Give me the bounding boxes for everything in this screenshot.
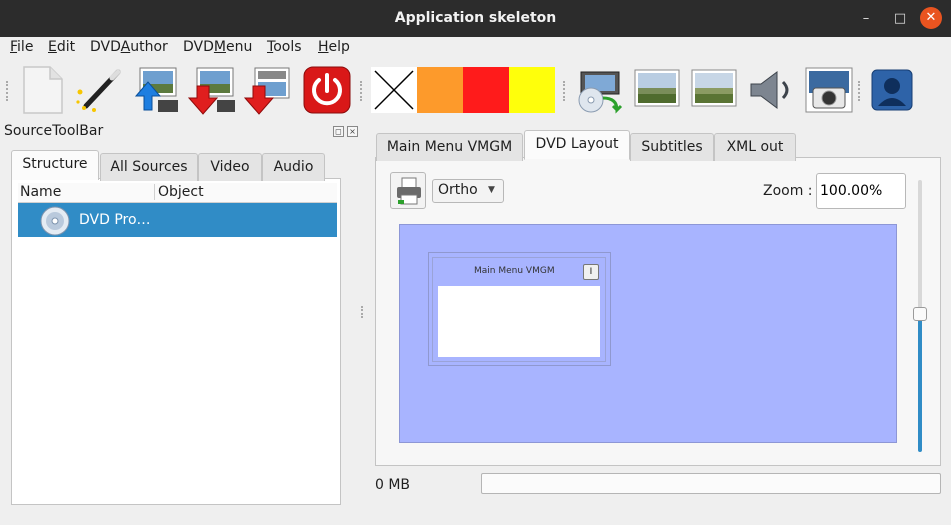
projection-value: Ortho [438,182,478,198]
maximize-icon[interactable]: □ [890,9,910,29]
dock-close-icon[interactable]: × [347,126,358,137]
speaker-icon[interactable] [745,64,797,116]
title-bar: Application skeleton – □ ✕ [0,0,951,37]
menu-bar: File Edit DVDAuthor DVDMenu Tools Help [0,37,951,59]
print-button[interactable] [390,172,426,209]
menu-edit[interactable]: Edit [48,39,75,55]
column-name-header[interactable]: Name [20,184,155,200]
tab-all-sources[interactable]: All Sources [100,153,198,181]
window-title: Application skeleton [394,10,557,26]
camera-icon[interactable] [803,64,855,116]
menu-label: ile [17,39,34,55]
toolbar-handle[interactable] [6,81,10,101]
tab-xml-out[interactable]: XML out [714,133,796,161]
menu-label: elp [328,39,350,55]
new-file-icon[interactable] [18,64,70,116]
progress-bar [481,473,941,494]
toolbar [0,59,951,121]
menu-mnemonic: H [318,39,329,55]
yellow-color-swatch[interactable] [509,67,555,113]
menu-mnemonic: F [10,39,18,55]
export-menu-icon[interactable] [243,64,295,116]
chevron-down-icon: ▼ [488,185,495,195]
zoom-slider-track[interactable] [918,180,922,314]
toolbar-handle[interactable] [360,81,364,101]
close-icon[interactable]: ✕ [920,7,942,29]
tab-subtitles[interactable]: Subtitles [630,133,714,161]
splitter-handle[interactable] [361,306,365,318]
zoom-label: Zoom : [763,183,813,199]
dvd-preview-icon[interactable] [573,64,625,116]
menu-dvdmenu[interactable]: DVDMenu [183,39,252,55]
tab-structure[interactable]: Structure [11,150,99,180]
menu-dvdauthor[interactable]: DVDAuthor [90,39,168,55]
dock-title: SourceToolBar [4,123,104,139]
tree-row-name: DVD Pro… [79,212,151,228]
zoom-slider-handle[interactable] [913,307,927,321]
printer-icon [397,177,421,205]
orange-color-swatch[interactable] [417,67,463,113]
landscape-image-icon[interactable] [631,64,683,116]
quit-icon[interactable] [301,64,353,116]
landscape-image-icon[interactable] [688,64,740,116]
menu-prefix: DVD [183,39,214,55]
zoom-input[interactable] [816,173,906,209]
wizard-icon[interactable] [72,64,124,116]
menu-mnemonic: A [120,39,131,55]
dvd-disc-icon [40,206,70,236]
menu-label: uthor [130,39,168,55]
column-object-header[interactable]: Object [158,184,204,200]
menu-node-badge[interactable]: I [583,264,599,280]
size-label: 0 MB [375,477,411,493]
menu-mnemonic: E [48,39,57,55]
tree-header: Name Object [18,183,337,203]
dock-float-icon[interactable]: ◻ [333,126,344,137]
menu-prefix: DVD [90,39,121,55]
tab-video[interactable]: Video [198,153,262,181]
menu-node-title: Main Menu VMGM [474,266,555,276]
projection-dropdown[interactable]: Ortho ▼ [432,179,504,203]
clear-color-icon[interactable] [371,67,417,113]
menu-label: enu [226,39,253,55]
import-icon[interactable] [130,64,182,116]
menu-help[interactable]: Help [318,39,350,55]
menu-mnemonic: M [213,39,226,55]
tab-main-menu-vmgm[interactable]: Main Menu VMGM [376,133,523,161]
menu-label: dit [56,39,76,55]
tab-dvd-layout[interactable]: DVD Layout [524,130,630,160]
red-color-swatch[interactable] [463,67,509,113]
menu-tools[interactable]: Tools [267,39,302,55]
tab-audio[interactable]: Audio [262,153,325,181]
toolbar-handle[interactable] [858,81,862,101]
menu-label: ools [273,39,302,55]
toolbar-handle[interactable] [563,81,567,101]
zoom-slider-fill [918,318,922,452]
export-icon[interactable] [187,64,239,116]
menu-node-preview [438,286,600,357]
tree-row[interactable]: DVD Pro… [18,203,337,237]
minimize-icon[interactable]: – [856,9,876,29]
menu-file[interactable]: File [10,39,33,55]
user-icon[interactable] [866,64,918,116]
